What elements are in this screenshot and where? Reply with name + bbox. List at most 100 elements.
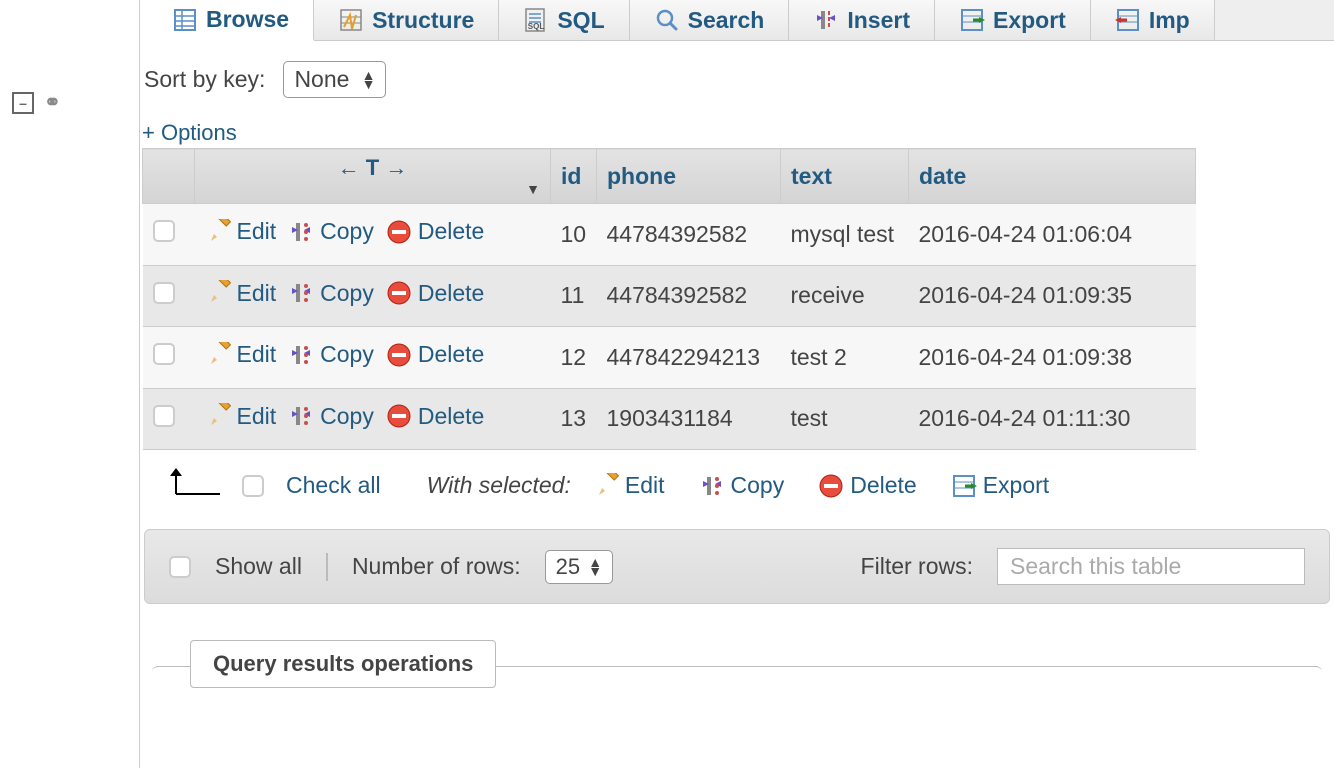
pencil-icon	[205, 342, 231, 368]
copy-icon	[288, 342, 314, 368]
copy-icon	[288, 280, 314, 306]
browse-icon	[172, 7, 198, 33]
row-delete[interactable]: Delete	[386, 280, 484, 307]
bulk-delete[interactable]: Delete	[818, 472, 916, 499]
cell-text: receive	[781, 265, 909, 327]
reorder-icon[interactable]: ← T →	[205, 155, 540, 181]
row-checkbox[interactable]	[153, 220, 175, 242]
tab-browse-label: Browse	[206, 6, 289, 33]
row-copy[interactable]: Copy	[288, 280, 374, 307]
with-selected-label: With selected:	[427, 472, 571, 499]
import-icon	[1115, 7, 1141, 33]
row-delete-label: Delete	[418, 403, 484, 430]
row-delete-label: Delete	[418, 218, 484, 245]
select-arrow-icon: ▲▼	[362, 71, 376, 89]
row-edit-label: Edit	[237, 280, 277, 307]
tab-search-label: Search	[688, 7, 765, 34]
sort-key-label: Sort by key:	[144, 66, 265, 93]
row-edit[interactable]: Edit	[205, 403, 277, 430]
cell-date: 2016-04-24 01:11:30	[909, 388, 1196, 450]
show-all-checkbox[interactable]	[169, 556, 191, 578]
cell-id: 12	[551, 327, 597, 389]
tab-browse[interactable]: Browse	[148, 0, 314, 41]
row-edit[interactable]: Edit	[205, 218, 277, 245]
tab-sql[interactable]: SQL SQL	[499, 0, 629, 40]
row-copy-label: Copy	[320, 403, 374, 430]
tabbar: Browse Structure SQL SQL Search Insert E…	[148, 0, 1334, 41]
column-checkbox-header	[143, 149, 195, 204]
row-delete[interactable]: Delete	[386, 341, 484, 368]
delete-icon	[818, 473, 844, 499]
tab-structure[interactable]: Structure	[314, 0, 499, 40]
column-actions-header[interactable]: ← T → ▼	[195, 149, 551, 204]
export-icon	[959, 7, 985, 33]
cell-text: test	[781, 388, 909, 450]
column-text[interactable]: text	[781, 149, 909, 204]
sort-key-select[interactable]: None ▲▼	[283, 61, 386, 98]
cell-date: 2016-04-24 01:09:38	[909, 327, 1196, 389]
row-edit[interactable]: Edit	[205, 280, 277, 307]
column-phone[interactable]: phone	[597, 149, 781, 204]
cell-date: 2016-04-24 01:09:35	[909, 265, 1196, 327]
delete-icon	[386, 342, 412, 368]
tab-export-label: Export	[993, 7, 1066, 34]
show-all-label: Show all	[215, 553, 302, 580]
cell-phone: 44784392582	[597, 204, 781, 266]
tab-import[interactable]: Imp	[1091, 0, 1215, 40]
content-area: Sort by key: None ▲▼ + Options ← T → ▼ i…	[140, 41, 1334, 708]
check-all-checkbox[interactable]	[242, 475, 264, 497]
cell-phone: 447842294213	[597, 327, 781, 389]
sort-marker-icon[interactable]: ▼	[526, 181, 540, 197]
bulk-edit-label: Edit	[625, 472, 665, 499]
row-delete[interactable]: Delete	[386, 403, 484, 430]
filter-input[interactable]	[997, 548, 1305, 585]
structure-icon	[338, 7, 364, 33]
pencil-icon	[593, 473, 619, 499]
table-row: EditCopyDelete1144784392582receive2016-0…	[143, 265, 1196, 327]
row-copy-label: Copy	[320, 218, 374, 245]
bulk-action-bar: Check all With selected: Edit Copy Delet…	[142, 450, 1332, 529]
row-delete-label: Delete	[418, 341, 484, 368]
filter-label: Filter rows:	[861, 553, 973, 580]
search-icon	[654, 7, 680, 33]
delete-icon	[386, 280, 412, 306]
row-copy-label: Copy	[320, 280, 374, 307]
tab-import-label: Imp	[1149, 7, 1190, 34]
tab-search[interactable]: Search	[630, 0, 790, 40]
bulk-export[interactable]: Export	[951, 472, 1049, 499]
collapse-icon[interactable]: –	[12, 92, 34, 114]
table-row: EditCopyDelete1044784392582mysql test201…	[143, 204, 1196, 266]
row-copy[interactable]: Copy	[288, 403, 374, 430]
cell-text: mysql test	[781, 204, 909, 266]
row-checkbox[interactable]	[153, 282, 175, 304]
copy-icon	[288, 403, 314, 429]
column-date[interactable]: date	[909, 149, 1196, 204]
divider	[326, 553, 328, 581]
row-edit-label: Edit	[237, 218, 277, 245]
table-row: EditCopyDelete131903431184test2016-04-24…	[143, 388, 1196, 450]
bulk-copy[interactable]: Copy	[699, 472, 785, 499]
row-edit[interactable]: Edit	[205, 341, 277, 368]
row-copy[interactable]: Copy	[288, 341, 374, 368]
row-copy[interactable]: Copy	[288, 218, 374, 245]
main-content: Browse Structure SQL SQL Search Insert E…	[140, 0, 1334, 768]
pencil-icon	[205, 219, 231, 245]
num-rows-select[interactable]: 25 ▲▼	[545, 550, 613, 584]
options-toggle[interactable]: + Options	[142, 120, 237, 146]
check-all-link[interactable]: Check all	[286, 472, 381, 499]
row-delete[interactable]: Delete	[386, 218, 484, 245]
tab-insert[interactable]: Insert	[789, 0, 935, 40]
tab-export[interactable]: Export	[935, 0, 1091, 40]
row-delete-label: Delete	[418, 280, 484, 307]
cell-id: 11	[551, 265, 597, 327]
row-checkbox[interactable]	[153, 405, 175, 427]
row-checkbox[interactable]	[153, 343, 175, 365]
pencil-icon	[205, 403, 231, 429]
link-icon[interactable]: ⚭	[44, 90, 61, 115]
bulk-edit[interactable]: Edit	[593, 472, 665, 499]
tab-insert-label: Insert	[847, 7, 910, 34]
sidebar: – ⚭	[0, 0, 140, 768]
column-id[interactable]: id	[551, 149, 597, 204]
pagination-bar: Show all Number of rows: 25 ▲▼ Filter ro…	[144, 529, 1330, 604]
row-edit-label: Edit	[237, 403, 277, 430]
